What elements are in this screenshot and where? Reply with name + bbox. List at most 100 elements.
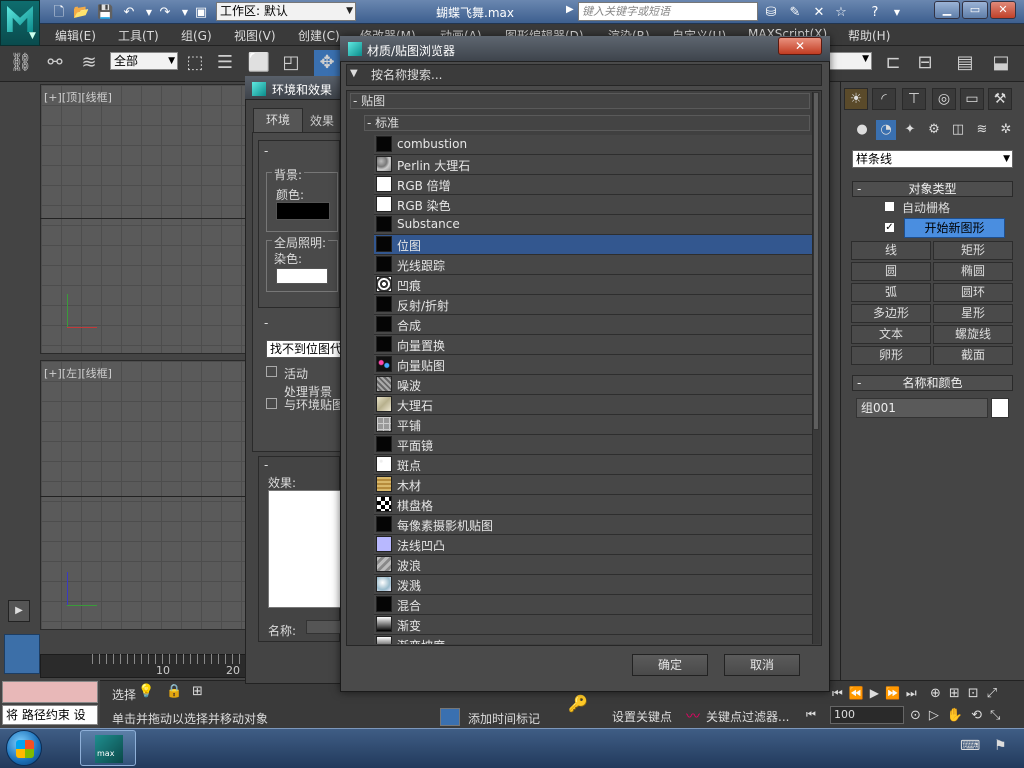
map-item[interactable]: RGB 染色 [374, 195, 812, 215]
app-menu-button[interactable]: ▼ [0, 0, 40, 46]
search-by-name-input[interactable]: 按名称搜索... [368, 66, 820, 84]
shape-line-button[interactable]: 线 [851, 241, 931, 260]
menu-group[interactable]: 组(G) [181, 27, 212, 44]
minimize-button[interactable]: ▁ [934, 1, 960, 19]
time-tag-icon[interactable] [440, 708, 460, 726]
viewport-layout-icon[interactable] [4, 634, 40, 674]
map-item[interactable]: 合成 [374, 315, 812, 335]
map-item[interactable]: 木材 [374, 475, 812, 495]
map-item[interactable]: 向量置换 [374, 335, 812, 355]
motion-tab-icon[interactable]: ◎ [932, 88, 956, 110]
add-time-tag-button[interactable]: 添加时间标记 [468, 710, 540, 727]
shape-star-button[interactable]: 星形 [933, 304, 1013, 323]
start-button[interactable] [6, 730, 42, 766]
space-warps-icon[interactable]: ≋ [972, 120, 992, 140]
object-name-field[interactable]: 组001 [856, 398, 988, 418]
named-selection-select[interactable]: ▼ [828, 52, 872, 70]
systems-icon[interactable]: ✲ [996, 120, 1016, 140]
project-folder-icon[interactable]: ▣ [192, 3, 210, 21]
geometry-icon[interactable]: ● [852, 120, 872, 140]
frame-count-field[interactable]: 100 [830, 706, 904, 724]
key-icon[interactable]: 🔑 [568, 694, 588, 713]
menu-views[interactable]: 视图(V) [234, 27, 276, 44]
help-icon[interactable]: ? [866, 3, 884, 21]
select-object-icon[interactable]: ⬚ [182, 50, 208, 76]
dialog-close-button[interactable]: ✕ [778, 37, 822, 55]
align-icon[interactable]: ⊟ [912, 50, 938, 76]
map-item[interactable]: Substance [374, 215, 812, 235]
lock-icon[interactable]: 🔒 [166, 684, 182, 699]
map-item[interactable]: 位图 [374, 235, 812, 255]
maxscript-listener[interactable] [2, 681, 98, 703]
options-dropdown-icon[interactable]: ▼ [350, 68, 358, 79]
absolute-mode-icon[interactable]: ⊞ [192, 684, 203, 699]
list-scrollbar-thumb[interactable] [813, 92, 819, 430]
tab-environment[interactable]: 环境 [253, 108, 303, 132]
background-color-swatch[interactable] [276, 202, 330, 220]
viewport-nav-controls-2[interactable]: ⊙▷✋⟲⤡ [910, 708, 1008, 723]
redo-icon[interactable]: ↷ [156, 3, 174, 21]
map-item[interactable]: 混合 [374, 595, 812, 615]
binoculars-icon[interactable]: ⛁ [762, 3, 780, 21]
map-item[interactable]: 每像素摄影机贴图 [374, 515, 812, 535]
set-key-button[interactable]: 设置关键点 [612, 708, 672, 725]
lights-icon[interactable]: ✦ [900, 120, 920, 140]
link-icon[interactable]: ⛓ [8, 50, 34, 76]
viewport-nav-controls[interactable]: ⊕⊞⊡⤢ [930, 686, 1005, 701]
shape-ellipse-button[interactable]: 椭圆 [933, 262, 1013, 281]
taskbar-3dsmax[interactable]: max [80, 730, 136, 766]
cancel-button[interactable]: 取消 [724, 654, 800, 676]
map-item[interactable]: 渐变 [374, 615, 812, 635]
map-item[interactable]: 噪波 [374, 375, 812, 395]
keyboard-icon[interactable]: ⌨ [960, 738, 980, 754]
map-item[interactable]: 平面镜 [374, 435, 812, 455]
workspace-select[interactable]: 工作区: 默认 ▼ [216, 2, 356, 21]
map-item[interactable]: combustion [374, 135, 812, 155]
play-icon[interactable]: ▶ [8, 600, 30, 622]
auto-grid-checkbox[interactable] [884, 201, 895, 212]
help-dropdown-icon[interactable]: ▼ [888, 3, 906, 21]
map-item[interactable]: 光线跟踪 [374, 255, 812, 275]
effects-list[interactable] [268, 490, 344, 608]
playback-controls[interactable]: ⏮⏪▶⏩⏭ [832, 686, 923, 701]
object-color-swatch[interactable] [991, 398, 1009, 418]
layer-manager-icon[interactable]: ▤ [952, 50, 978, 76]
selection-filter-select[interactable]: 全部 ▼ [110, 52, 178, 70]
mirror-icon[interactable]: ⊏ [880, 50, 906, 76]
play-arrow-icon[interactable]: ▶ [566, 4, 574, 15]
map-item[interactable]: 平铺 [374, 415, 812, 435]
graphite-tools-icon[interactable]: ⬓ [988, 50, 1014, 76]
tab-effects[interactable]: 效果 [310, 112, 334, 129]
window-crossing-icon[interactable]: ◰ [278, 50, 304, 76]
map-item[interactable]: 渐变坡度 [374, 635, 812, 644]
modify-tab-icon[interactable]: ◜ [872, 88, 896, 110]
wrench-icon[interactable]: ✎ [786, 3, 804, 21]
action-center-icon[interactable]: ⚑ [994, 738, 1007, 754]
bind-space-warp-icon[interactable]: ≋ [76, 50, 102, 76]
rectangular-selection-icon[interactable]: ⬜ [246, 50, 272, 76]
new-file-icon[interactable]: 🗋 [50, 3, 68, 21]
helpers-icon[interactable]: ◫ [948, 120, 968, 140]
collapse-icon[interactable]: - [264, 144, 268, 158]
collapse-icon[interactable]: - [264, 316, 268, 330]
shape-category-select[interactable]: 样条线 ▼ [852, 150, 1013, 168]
close-button[interactable]: ✕ [990, 1, 1016, 19]
menu-edit[interactable]: 编辑(E) [55, 27, 96, 44]
select-and-move-icon[interactable]: ✥ [314, 50, 340, 76]
collapse-icon[interactable]: - [264, 458, 268, 472]
menu-tools[interactable]: 工具(T) [118, 27, 159, 44]
select-by-name-icon[interactable]: ☰ [212, 50, 238, 76]
tools-icon[interactable]: ✕ [810, 3, 828, 21]
map-item[interactable]: 棋盘格 [374, 495, 812, 515]
viewport-left-label[interactable]: [+][左][线框] [44, 365, 112, 381]
hierarchy-tab-icon[interactable]: ⊤ [902, 88, 926, 110]
map-item[interactable]: 向量贴图 [374, 355, 812, 375]
map-item[interactable]: 反射/折射 [374, 295, 812, 315]
map-item[interactable]: 法线凹凸 [374, 535, 812, 555]
map-item[interactable]: Perlin 大理石 [374, 155, 812, 175]
ok-button[interactable]: 确定 [632, 654, 708, 676]
group-standard-header[interactable]: - 标准 [364, 115, 810, 131]
shape-helix-button[interactable]: 螺旋线 [933, 325, 1013, 344]
map-item[interactable]: 凹痕 [374, 275, 812, 295]
utilities-tab-icon[interactable]: ⚒ [988, 88, 1012, 110]
